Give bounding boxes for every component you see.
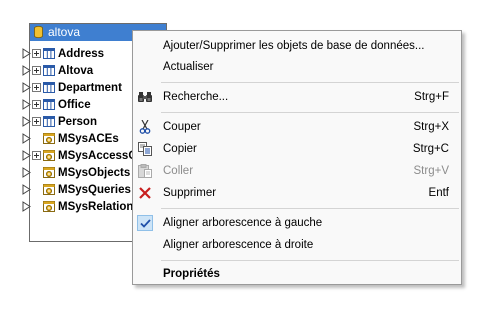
- table-name: MSysObjects: [58, 166, 131, 179]
- tree-row-table[interactable]: MSysQueries: [22, 181, 137, 198]
- menu-item-paste[interactable]: Coller Strg+V: [133, 160, 461, 182]
- tree-row-table[interactable]: MSysACEs: [22, 130, 137, 147]
- menu-item-add-remove-objects[interactable]: Ajouter/Supprimer les objets de base de …: [133, 35, 461, 57]
- menu-item-shortcut: Strg+X: [413, 121, 449, 133]
- menu-item-label: Aligner arborescence à droite: [163, 239, 314, 251]
- menu-item-label: Ajouter/Supprimer les objets de base de …: [163, 40, 425, 52]
- table-name: Altova: [58, 64, 94, 77]
- tree-row-table[interactable]: Office: [22, 96, 137, 113]
- menu-item-label: Copier: [163, 143, 197, 155]
- expand-plus-icon[interactable]: [32, 100, 41, 109]
- menu-separator: [161, 208, 459, 209]
- context-menu: Ajouter/Supprimer les objets de base de …: [132, 30, 462, 285]
- menu-item-refresh[interactable]: Actualiser: [133, 56, 461, 78]
- expand-plus-icon[interactable]: [32, 66, 41, 75]
- expand-plus-icon[interactable]: [32, 117, 41, 126]
- tree-row-table[interactable]: MSysAccessO: [22, 147, 137, 164]
- table-icon: [43, 65, 55, 76]
- menu-item-label: Couper: [163, 121, 201, 133]
- menu-item-cut[interactable]: Couper Strg+X: [133, 116, 461, 138]
- checkmark-icon: [137, 215, 153, 231]
- system-table-icon: [43, 184, 55, 195]
- menu-item-label: Propriétés: [163, 268, 220, 280]
- menu-item-label: Actualiser: [163, 61, 214, 73]
- menu-item-copy[interactable]: Copier Strg+C: [133, 138, 461, 160]
- system-table-icon: [43, 150, 55, 161]
- system-table-icon: [43, 133, 55, 144]
- menu-item-delete[interactable]: Supprimer Entf: [133, 182, 461, 204]
- expand-arrow-icon[interactable]: [22, 150, 31, 161]
- table-icon: [43, 48, 55, 59]
- menu-item-shortcut: Strg+V: [413, 165, 449, 177]
- system-table-icon: [43, 167, 55, 178]
- expand-arrow-icon[interactable]: [22, 65, 31, 76]
- system-table-icon: [43, 201, 55, 212]
- table-tree: Address Altova Department Office Person MSysA…: [22, 45, 137, 215]
- table-name: MSysACEs: [58, 132, 119, 145]
- expand-arrow-icon[interactable]: [22, 184, 31, 195]
- menu-item-shortcut: Entf: [428, 187, 449, 199]
- table-name: MSysQueries: [58, 183, 131, 196]
- database-name: altova: [48, 25, 81, 39]
- tree-row-table[interactable]: Address: [22, 45, 137, 62]
- tree-row-table[interactable]: MSysObjects: [22, 164, 137, 181]
- table-name: MSysAccessO: [58, 149, 138, 162]
- menu-item-label: Recherche...: [163, 91, 229, 103]
- menu-item-align-tree-left[interactable]: Aligner arborescence à gauche: [133, 212, 461, 234]
- table-name: Person: [58, 115, 97, 128]
- expand-plus-icon[interactable]: [32, 49, 41, 58]
- table-icon: [43, 99, 55, 110]
- menu-item-find[interactable]: Recherche... Strg+F: [133, 86, 461, 108]
- expand-plus-icon[interactable]: [32, 151, 41, 160]
- tree-row-table[interactable]: Department: [22, 79, 137, 96]
- delete-x-icon: [137, 185, 153, 201]
- expand-arrow-icon[interactable]: [22, 82, 31, 93]
- table-name: Office: [58, 98, 91, 111]
- expand-arrow-icon[interactable]: [22, 99, 31, 110]
- table-name: Department: [58, 81, 122, 94]
- scissors-icon: [137, 119, 153, 135]
- tree-row-table[interactable]: Altova: [22, 62, 137, 79]
- expand-plus-icon[interactable]: [32, 83, 41, 92]
- table-name: Address: [58, 47, 105, 60]
- expand-arrow-icon[interactable]: [22, 133, 31, 144]
- database-icon: [34, 26, 43, 38]
- binoculars-icon: [137, 89, 153, 105]
- menu-separator: [161, 82, 459, 83]
- table-name: MSysRelation: [58, 200, 134, 213]
- menu-item-align-tree-right[interactable]: Aligner arborescence à droite: [133, 234, 461, 256]
- menu-separator: [161, 112, 459, 113]
- expand-arrow-icon[interactable]: [22, 116, 31, 127]
- expand-arrow-icon[interactable]: [22, 201, 31, 212]
- menu-item-label: Coller: [163, 165, 194, 177]
- menu-separator: [161, 260, 459, 261]
- tree-row-table[interactable]: MSysRelation: [22, 198, 137, 215]
- menu-item-properties[interactable]: Propriétés: [133, 263, 461, 285]
- table-icon: [43, 82, 55, 93]
- paste-icon: [137, 163, 153, 179]
- tree-row-table[interactable]: Person: [22, 113, 137, 130]
- table-icon: [43, 116, 55, 127]
- expand-arrow-icon[interactable]: [22, 48, 31, 59]
- copy-icon: [137, 141, 153, 157]
- menu-item-label: Aligner arborescence à gauche: [163, 217, 323, 229]
- menu-item-label: Supprimer: [163, 187, 217, 199]
- expand-arrow-icon[interactable]: [22, 167, 31, 178]
- menu-item-shortcut: Strg+C: [412, 143, 449, 155]
- menu-item-shortcut: Strg+F: [414, 91, 449, 103]
